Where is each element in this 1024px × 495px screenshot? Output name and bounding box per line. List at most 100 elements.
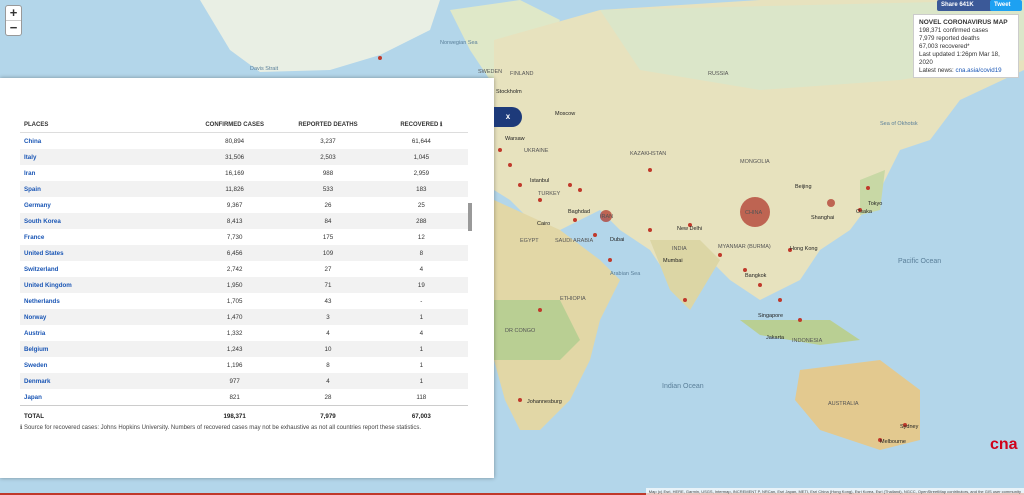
label-arabian-sea: Arabian Sea — [610, 271, 641, 277]
cell-recovered: 2,959 — [413, 169, 430, 177]
zoom-control: + − — [5, 5, 22, 36]
label-dr-congo: DR CONGO — [505, 328, 536, 334]
zoom-in-button[interactable]: + — [6, 6, 21, 20]
table-row[interactable]: Norway 1,470 3 1 — [20, 309, 468, 325]
table-header-row: PLACES CONFIRMED CASES REPORTED DEATHS R… — [20, 104, 468, 133]
table-scrollbar[interactable] — [468, 203, 472, 231]
zoom-out-button[interactable]: − — [6, 20, 21, 35]
label-sydney: Sydney — [900, 424, 919, 430]
table-row[interactable]: Japan 821 28 118 — [20, 389, 468, 406]
facebook-share-button[interactable]: Share 641K — [937, 0, 993, 11]
cna-logo: cna — [990, 436, 1018, 453]
label-sea-of-okhotsk: Sea of Okhotsk — [880, 121, 918, 127]
cell-recovered: 4 — [419, 329, 424, 337]
cell-place[interactable]: Switzerland — [20, 261, 188, 277]
label-turkey: TURKEY — [538, 191, 561, 197]
label-iran: IRAN — [600, 214, 613, 220]
table-row[interactable]: Iran 16,169 988 2,959 — [20, 165, 468, 181]
cell-confirmed: 9,367 — [226, 201, 243, 209]
label-finland: FINLAND — [510, 71, 534, 77]
table-body: China 80,894 3,237 61,644 Italy 31,506 2,503 1,… — [20, 133, 468, 426]
table-row[interactable]: United States 6,456 109 8 — [20, 245, 468, 261]
header-places: PLACES — [20, 104, 188, 133]
cases-table: PLACES CONFIRMED CASES REPORTED DEATHS R… — [20, 104, 468, 426]
header-confirmed: CONFIRMED CASES — [187, 104, 282, 133]
cell-confirmed: 1,950 — [187, 277, 282, 293]
cell-place[interactable]: Sweden — [20, 357, 188, 373]
cell-confirmed: 16,169 — [225, 169, 245, 177]
table-row[interactable]: Italy 31,506 2,503 1,045 — [20, 149, 468, 165]
cell-place[interactable]: United States — [20, 245, 188, 261]
label-johannesburg: Johannesburg — [527, 399, 562, 405]
cell-place[interactable]: Norway — [20, 309, 188, 325]
close-panel-button[interactable]: x — [494, 107, 522, 127]
info-box: NOVEL CORONAVIRUS MAP 198,371 confirmed … — [913, 14, 1019, 78]
cell-confirmed: 1,196 — [226, 361, 243, 369]
cell-confirmed: 6,456 — [187, 245, 282, 261]
cell-place[interactable]: South Korea — [20, 213, 188, 229]
total-deaths: 7,979 — [281, 405, 375, 426]
table-row[interactable]: France 7,730 175 12 — [20, 229, 468, 245]
info-title: NOVEL CORONAVIRUS MAP — [919, 19, 1008, 26]
cell-recovered: 1 — [419, 361, 424, 369]
table-row[interactable]: Austria 1,332 4 4 — [20, 325, 468, 341]
cell-place[interactable]: China — [20, 133, 188, 150]
cell-confirmed: 1,705 — [226, 297, 243, 305]
table-row[interactable]: Switzerland 2,742 27 4 — [20, 261, 468, 277]
cell-place[interactable]: Germany — [20, 197, 188, 213]
cell-deaths: 26 — [324, 201, 332, 209]
twitter-tweet-button[interactable]: Tweet — [990, 0, 1022, 11]
table-row[interactable]: Sweden 1,196 8 1 — [20, 357, 468, 373]
cell-confirmed: 1,332 — [226, 329, 243, 337]
cell-place[interactable]: United Kingdom — [20, 277, 188, 293]
cell-recovered: 183 — [374, 181, 468, 197]
info-recovered: 67,003 recovered* — [919, 43, 970, 50]
label-new-delhi: New Delhi — [677, 226, 702, 232]
cell-place[interactable]: Italy — [20, 149, 188, 165]
cell-place[interactable]: Spain — [20, 181, 188, 197]
cell-place[interactable]: France — [20, 229, 188, 245]
table-row[interactable]: South Korea 8,413 84 288 — [20, 213, 468, 229]
cell-confirmed: 2,742 — [226, 265, 243, 273]
cell-confirmed: 31,506 — [187, 149, 282, 165]
table-row[interactable]: Denmark 977 4 1 — [20, 373, 468, 389]
cell-place[interactable]: Denmark — [20, 373, 188, 389]
total-confirmed: 198,371 — [187, 405, 282, 426]
cell-place[interactable]: Belgium — [20, 341, 188, 357]
table-row[interactable]: Spain 11,826 533 183 — [20, 181, 468, 197]
cell-deaths: 109 — [281, 245, 375, 261]
label-indonesia: INDONESIA — [792, 338, 823, 344]
info-news-link[interactable]: cna.asia/covid19 — [955, 67, 1001, 74]
cell-deaths: 84 — [281, 213, 375, 229]
label-davis-strait: Davis Strait — [250, 66, 279, 72]
label-beijing: Beijing — [795, 184, 812, 190]
table-row[interactable]: China 80,894 3,237 61,644 — [20, 133, 468, 150]
label-myanmar: MYANMAR (BURMA) — [718, 244, 771, 250]
cell-deaths: 28 — [324, 393, 332, 401]
table-row[interactable]: Belgium 1,243 10 1 — [20, 341, 468, 357]
table-row[interactable]: United Kingdom 1,950 71 19 — [20, 277, 468, 293]
total-recovered: 67,003 — [374, 405, 468, 426]
header-recovered[interactable]: RECOVERED ℹ — [374, 104, 468, 133]
cell-deaths: 175 — [322, 233, 334, 241]
label-warsaw: Warsaw — [505, 136, 525, 142]
table-row[interactable]: Germany 9,367 26 25 — [20, 197, 468, 213]
outbreak-circle-korea[interactable] — [827, 199, 835, 207]
label-ethiopia: ETHIOPIA — [560, 296, 586, 302]
cell-deaths: 10 — [281, 341, 375, 357]
table-row[interactable]: Netherlands 1,705 43 - — [20, 293, 468, 309]
label-kazakhstan: KAZAKHSTAN — [630, 151, 666, 157]
label-tokyo: Tokyo — [868, 201, 882, 207]
cell-recovered: 19 — [374, 277, 468, 293]
cell-place[interactable]: Netherlands — [20, 293, 188, 309]
label-jakarta: Jakarta — [766, 335, 785, 341]
cell-place[interactable]: Japan — [20, 389, 188, 406]
cell-recovered: 288 — [374, 213, 468, 229]
label-baghdad: Baghdad — [568, 209, 590, 215]
cell-place[interactable]: Iran — [20, 165, 188, 181]
cell-place[interactable]: Austria — [20, 325, 188, 341]
cell-deaths: 8 — [326, 361, 330, 369]
info-updated: Last updated 1:26pm Mar 18, 2020 — [919, 51, 1000, 66]
label-singapore: Singapore — [758, 313, 783, 319]
label-mongolia: MONGOLIA — [740, 159, 770, 165]
